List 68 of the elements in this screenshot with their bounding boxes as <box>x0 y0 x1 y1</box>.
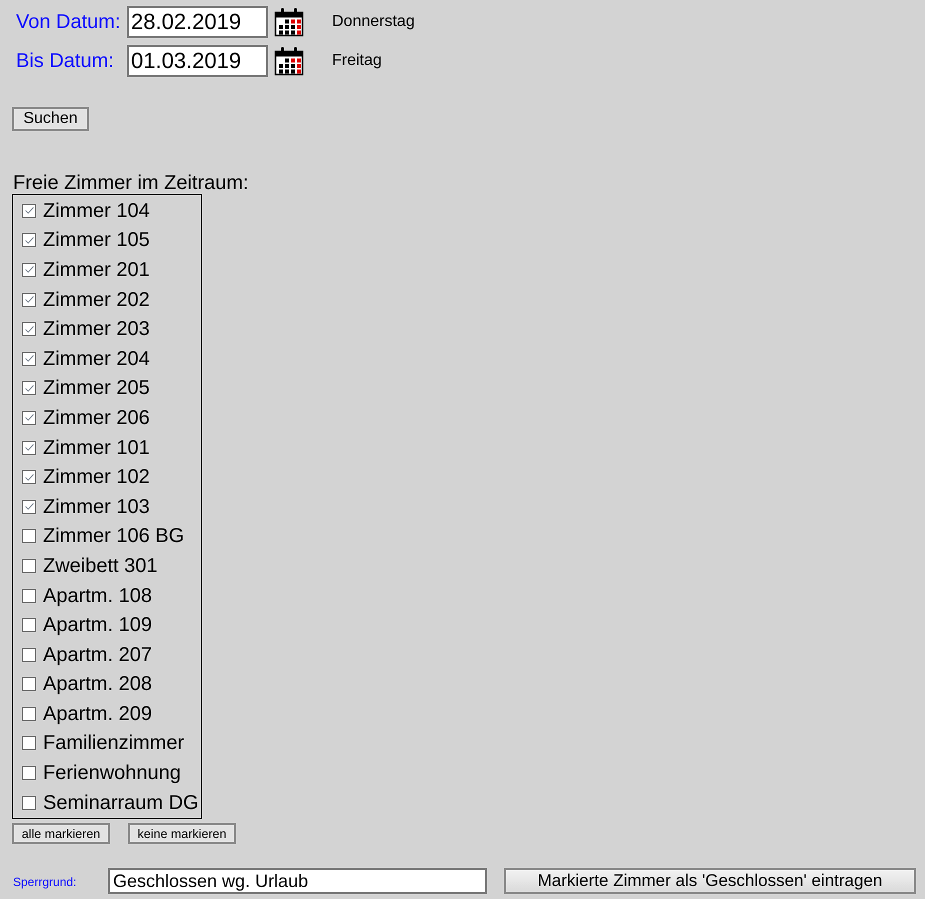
room-label: Zweibett 301 <box>43 554 158 577</box>
room-label: Zimmer 101 <box>43 436 150 459</box>
checkmark-icon <box>24 355 34 362</box>
room-label: Zimmer 104 <box>43 200 150 222</box>
submit-button[interactable]: Markierte Zimmer als 'Geschlossen' eintragen <box>504 868 916 894</box>
checkbox[interactable] <box>22 500 36 514</box>
date-label: Bis Datum: <box>16 50 115 72</box>
select-button[interactable]: alle markieren <box>12 823 110 844</box>
checkmark-icon <box>24 384 34 392</box>
checkbox[interactable] <box>22 262 36 277</box>
room-label: Apartm. 208 <box>43 673 152 696</box>
room-label: Zimmer 205 <box>43 377 150 400</box>
weekday-label: Donnerstag <box>332 13 415 31</box>
checkbox[interactable] <box>22 648 36 662</box>
room-label: Zimmer 204 <box>43 348 150 370</box>
checkmark-icon <box>24 503 34 510</box>
checkbox[interactable] <box>22 618 36 632</box>
room-label: Apartm. 207 <box>43 644 152 666</box>
checkbox[interactable] <box>22 529 36 544</box>
checkbox[interactable] <box>22 292 36 307</box>
room-label: Apartm. 108 <box>43 584 152 607</box>
calendar-icon[interactable] <box>274 46 304 76</box>
list-heading: Freie Zimmer im Zeitraum: <box>13 172 249 194</box>
room-label: Zimmer 202 <box>43 288 150 311</box>
room-label: Apartm. 109 <box>43 614 152 636</box>
checkmark-icon <box>24 207 34 214</box>
select-button[interactable]: keine markieren <box>128 823 236 844</box>
checkmark-icon <box>24 444 34 452</box>
checkmark-icon <box>24 296 34 304</box>
checkbox[interactable] <box>22 766 36 780</box>
checkbox[interactable] <box>22 706 36 721</box>
checkbox[interactable] <box>22 204 36 218</box>
checkbox[interactable] <box>22 440 36 455</box>
checkbox[interactable] <box>22 558 36 573</box>
room-label: Zimmer 206 <box>43 406 150 429</box>
checkbox[interactable] <box>22 796 36 810</box>
room-label: Apartm. 209 <box>43 702 152 725</box>
room-label: Zimmer 103 <box>43 496 150 518</box>
search-button[interactable]: Suchen <box>12 107 89 131</box>
weekday-label: Freitag <box>332 52 382 70</box>
room-label: Zimmer 102 <box>43 466 150 488</box>
checkmark-icon <box>24 414 34 422</box>
room-label: Zimmer 105 <box>43 229 150 252</box>
checkmark-icon <box>24 266 34 274</box>
date-field[interactable]: 01.03.2019 <box>127 45 268 77</box>
reason-label: Sperrgrund: <box>13 874 78 890</box>
date-label: Von Datum: <box>16 10 122 34</box>
room-label: Seminarraum DG <box>43 792 199 814</box>
checkbox[interactable] <box>22 322 36 336</box>
checkmark-icon <box>24 326 34 333</box>
room-label: Ferienwohnung <box>43 762 181 784</box>
checkbox[interactable] <box>22 677 36 692</box>
room-label: Zimmer 201 <box>43 258 150 281</box>
checkbox[interactable] <box>22 381 36 396</box>
checkbox[interactable] <box>22 736 36 750</box>
checkbox[interactable] <box>22 470 36 484</box>
checkbox[interactable] <box>22 233 36 248</box>
reason-field[interactable]: Geschlossen wg. Urlaub <box>108 868 487 894</box>
calendar-icon[interactable] <box>274 7 304 37</box>
checkbox[interactable] <box>22 588 36 603</box>
checkmark-icon <box>24 474 34 481</box>
date-field[interactable]: 28.02.2019 <box>127 6 268 38</box>
room-label: Zimmer 203 <box>43 318 150 340</box>
checkbox[interactable] <box>22 410 36 425</box>
room-label: Familienzimmer <box>43 732 184 754</box>
checkmark-icon <box>24 236 34 244</box>
checkbox[interactable] <box>22 352 36 366</box>
room-label: Zimmer 106 BG <box>43 525 184 548</box>
